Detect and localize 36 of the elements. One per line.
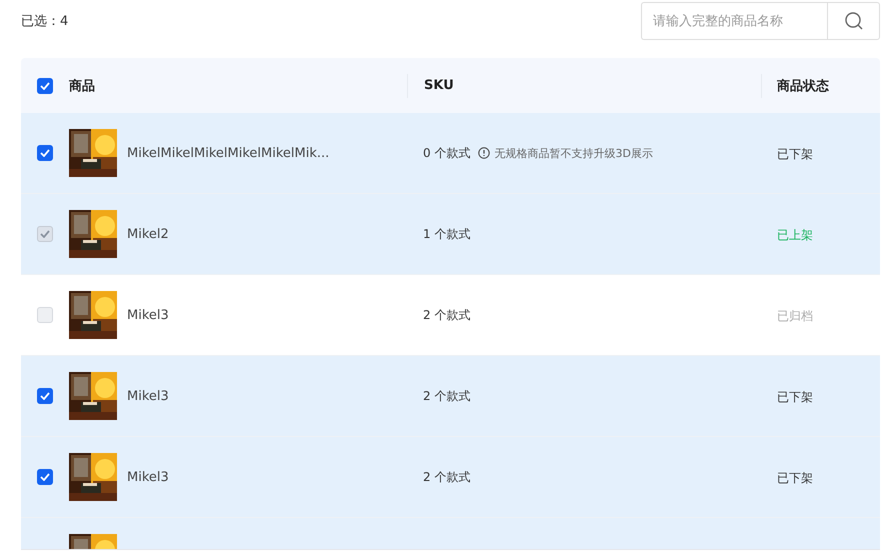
sku-count: 0 个款式: [423, 144, 470, 162]
check-icon: [40, 82, 50, 90]
row-checkbox[interactable]: [37, 469, 53, 485]
product-name: Mikel3: [127, 470, 169, 484]
check-icon: [40, 392, 50, 400]
sku-note: 无规格商品暂不支持升级3D展示: [494, 146, 653, 160]
sku-count: 2 个款式: [423, 388, 470, 404]
product-status: 已下架: [777, 471, 813, 485]
check-icon: [40, 473, 50, 481]
sku-count: 2 个款式: [423, 306, 470, 324]
product-status: 已归档: [777, 309, 813, 323]
search-button[interactable]: [827, 2, 880, 40]
product-name: Mikel3: [127, 308, 169, 322]
column-header: 商品: [69, 78, 95, 94]
product-name: Mikel2: [127, 226, 169, 242]
table-row[interactable]: MikelMikelMikelMikelMikelMik... 0 个款式 无规格商品暂不支持升级3D展示 已下架: [21, 113, 880, 194]
table-row[interactable]: Mikel3 2 个款式 已下架: [21, 356, 880, 437]
selection-count: 已选：4: [21, 13, 68, 30]
product-name: Mikel3: [127, 388, 169, 404]
select-all-checkbox[interactable]: [37, 78, 53, 94]
row-checkbox[interactable]: [37, 388, 53, 404]
check-icon: [40, 149, 50, 157]
product-name: MikelMikelMikelMikelMikelMik...: [127, 146, 330, 160]
column-header: SKU: [424, 78, 454, 93]
search-field[interactable]: 请输入完整的商品名称: [641, 2, 827, 40]
sku-count: 1 个款式: [423, 226, 470, 242]
check-icon: [40, 230, 50, 238]
product-status: 已下架: [777, 147, 813, 161]
column-header: 商品状态: [777, 78, 829, 94]
sku-count: 2 个款式: [423, 468, 470, 486]
product-status: 已下架: [777, 390, 813, 404]
info-icon: [478, 147, 490, 159]
table-row[interactable]: Mikel3 2 个款式 已下架: [21, 437, 880, 518]
row-checkbox[interactable]: [37, 145, 53, 161]
search-icon: [844, 11, 864, 31]
product-status: 已上架: [777, 228, 813, 242]
